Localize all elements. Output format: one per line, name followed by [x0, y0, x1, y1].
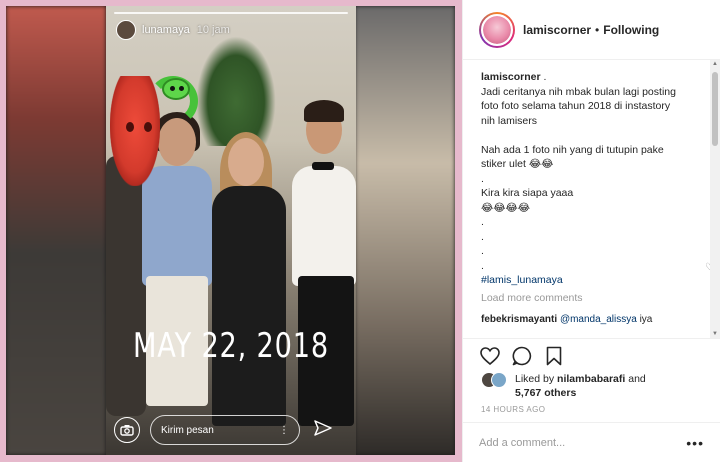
more-options-icon[interactable]: ⋮ — [279, 425, 289, 436]
more-options-icon[interactable]: ••• — [686, 435, 704, 451]
comment-mention[interactable]: @manda_alissya — [560, 314, 637, 325]
story-background-left — [6, 6, 106, 455]
person-middle-face — [228, 138, 264, 186]
story-message-placeholder: Kirim pesan — [161, 424, 214, 436]
send-icon[interactable] — [314, 419, 332, 441]
caption-line: Nah ada 1 foto nih yang di tutupin pake — [481, 143, 664, 156]
liker-avatars — [481, 372, 511, 390]
caption-line: stiker ulet 😂😂 — [481, 158, 554, 170]
header-separator: • — [595, 22, 600, 37]
story-reply-bar: Kirim pesan ⋮ — [106, 405, 356, 455]
likes-text: Liked by nilambabarafi and 5,767 others — [515, 372, 646, 400]
story-time: 10 jam — [196, 24, 230, 36]
story-header: lunamaya 10 jam — [142, 24, 230, 36]
caption-username-suffix: . — [540, 71, 547, 83]
camera-icon[interactable] — [114, 417, 140, 443]
story-username: lunamaya — [142, 24, 190, 36]
story-message-input[interactable]: Kirim pesan ⋮ — [150, 415, 300, 445]
person-right-shirt — [292, 166, 356, 286]
comment-username[interactable]: febekrismayanti — [481, 314, 557, 325]
instastory-screenshot: lunamaya 10 jam MAY 22, 2018 Kirim pesan… — [106, 6, 356, 455]
comment-text: iya — [636, 314, 653, 325]
scroll-down-icon[interactable]: ▼ — [711, 330, 719, 338]
caption-body: Jadi ceritanya nih mbak bulan lagi posti… — [481, 85, 710, 274]
add-comment-input[interactable]: Add a comment... — [479, 437, 686, 449]
caption-line: . — [481, 259, 484, 272]
comment-icon[interactable] — [511, 345, 533, 367]
caption-line: . — [481, 172, 484, 185]
person-right-hair — [304, 100, 344, 122]
avatar[interactable] — [479, 11, 515, 48]
worm-eye-icon — [170, 86, 175, 91]
worm-sticker-head — [162, 78, 190, 100]
hidden-person-body — [106, 156, 146, 416]
story-progress-bar — [114, 12, 348, 14]
caption-line: 😂😂😂😂 — [481, 201, 531, 214]
likes-summary: Liked by nilambabarafi and 5,767 others — [481, 372, 646, 400]
story-date-overlay: MAY 22, 2018 — [133, 326, 329, 366]
caption-line — [481, 128, 710, 143]
header-username[interactable]: lamiscorner — [523, 23, 591, 37]
caption-line: . — [481, 245, 484, 257]
caption-line: Kira kira siapa yaaa — [481, 187, 574, 199]
bookmark-icon[interactable] — [543, 345, 565, 367]
apple-eye-icon — [126, 122, 134, 132]
scroll-up-icon[interactable]: ▲ — [711, 60, 719, 68]
person-middle-dress — [212, 186, 286, 426]
post-timestamp[interactable]: 14 HOURS AGO — [481, 405, 545, 414]
caption-line: . — [481, 216, 484, 228]
heart-icon[interactable] — [479, 345, 501, 367]
caption-hashtag[interactable]: #lamis_lunamaya — [481, 273, 710, 288]
caption-line: foto foto selama tahun 2018 di instastor… — [481, 100, 671, 112]
likes-count-button[interactable]: 5,767 others — [515, 387, 576, 399]
add-comment-bar: Add a comment... ••• — [463, 422, 720, 462]
following-button[interactable]: Following — [603, 23, 659, 37]
post-image[interactable]: lunamaya 10 jam MAY 22, 2018 Kirim pesan… — [6, 6, 455, 455]
comment-item: febekrismayanti @manda_alissya iya — [481, 313, 710, 328]
scrollbar-thumb[interactable] — [712, 72, 718, 146]
story-background-right — [355, 6, 455, 455]
caption-header: lamiscorner . — [481, 70, 710, 85]
post-media-frame: lunamaya 10 jam MAY 22, 2018 Kirim pesan… — [0, 0, 462, 462]
worm-eye-icon — [179, 86, 184, 91]
post-header: lamiscorner • Following — [463, 0, 720, 60]
story-avatar — [116, 20, 136, 40]
comments-scrollbar[interactable]: ▲ ▼ — [710, 60, 720, 338]
post-actions-bar — [463, 338, 720, 372]
load-more-comments-button[interactable]: Load more comments — [481, 291, 710, 306]
person-right-bowtie — [312, 162, 334, 170]
caption-username[interactable]: lamiscorner — [481, 71, 541, 83]
caption-line: nih lamisers — [481, 114, 538, 127]
comments-section[interactable]: lamiscorner . Jadi ceritanya nih mbak bu… — [463, 60, 710, 338]
likes-conjunction: and — [625, 373, 646, 385]
plant-background — [196, 36, 276, 146]
post-details-panel: lamiscorner • Following lamiscorner . Ja… — [462, 0, 720, 462]
avatar[interactable] — [491, 372, 507, 388]
profile-picture — [483, 15, 511, 44]
caption-line: Jadi ceritanya nih mbak bulan lagi posti… — [481, 85, 676, 98]
likes-prefix: Liked by — [515, 373, 558, 385]
apple-eye-icon — [144, 122, 152, 132]
caption-line: . — [481, 230, 484, 243]
liker-username[interactable]: nilambabarafi — [557, 373, 625, 385]
